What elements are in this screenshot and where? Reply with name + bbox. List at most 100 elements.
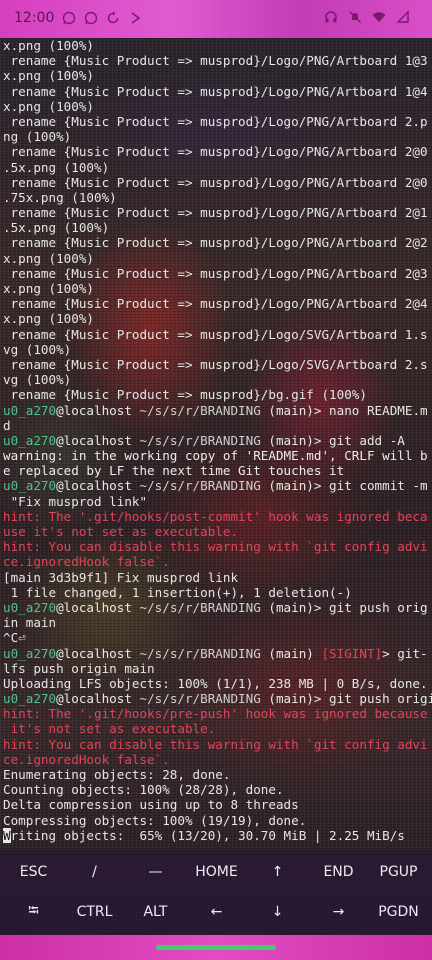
terminal-text: x.png (100%) (3, 38, 94, 53)
terminal-text: ~/s/s/r/BRANDING (139, 645, 269, 661)
terminal-text: rename {Music Product => musprod}/Logo/P… (3, 235, 428, 251)
terminal-text: (main) (268, 645, 322, 661)
terminal-line: Uploading LFS objects: 100% (1/1), 238 M… (0, 676, 432, 691)
terminal-text: .5x.png (100%) (3, 159, 110, 175)
terminal-text: d (3, 417, 11, 433)
play-icon (128, 11, 142, 25)
terminal-text: x.png (100%) (3, 98, 94, 114)
key-ctrl[interactable]: CTRL (64, 892, 125, 932)
terminal-text: hint: The '.git/hooks/pre-push' hook was… (3, 706, 428, 722)
terminal-text: vg (100%) (3, 341, 72, 357)
key-alt[interactable]: ALT (125, 892, 186, 932)
terminal-line: rename {Music Product => musprod}/Logo/S… (0, 327, 432, 342)
terminal-text: x.png (100%) (3, 281, 94, 296)
terminal-text: rename {Music Product => musprod}/Logo/P… (3, 83, 428, 99)
terminal-line: u0_a270@localhost ~/s/s/r/BRANDING (main… (0, 478, 432, 493)
key-home[interactable]: HOME (186, 852, 247, 892)
terminal-line: rename {Music Product => musprod}/Logo/P… (0, 84, 432, 99)
terminal-text: > git- (382, 645, 428, 661)
terminal-line: u0_a270@localhost ~/s/s/r/BRANDING (main… (0, 600, 432, 615)
terminal-text: @localhost (56, 402, 140, 418)
key-tab[interactable]: ⭾ (3, 892, 64, 932)
terminal-text: [SIGINT] (321, 645, 383, 661)
terminal-text: u0_a270 (3, 645, 57, 661)
terminal-line: hint: You can disable this warning with … (0, 737, 432, 752)
terminal-line: rename {Music Product => musprod}/Logo/P… (0, 205, 432, 220)
mute-icon (348, 10, 362, 24)
terminal-text: rename {Music Product => musprod}/bg.gif… (3, 387, 367, 403)
terminal-text: (main)> git add -A (268, 432, 405, 448)
home-gesture-handle[interactable] (156, 945, 276, 950)
key-up-arrow[interactable]: ↑ (247, 852, 308, 892)
terminal-text: @localhost (56, 599, 140, 615)
whatsapp-icon (84, 11, 98, 25)
terminal-line: u0_a270@localhost ~/s/s/r/BRANDING (main… (0, 433, 432, 448)
terminal-text: "Fix musprod link" (3, 493, 148, 509)
terminal-line: ce.ignoredHook false`. (0, 554, 432, 569)
terminal-text: hint: The '.git/hooks/post-commit' hook … (3, 508, 428, 524)
key-slash[interactable]: / (64, 852, 125, 892)
terminal-line: "Fix musprod link" (0, 494, 432, 509)
terminal-text: u0_a270 (3, 691, 57, 707)
terminal-line: hint: The '.git/hooks/pre-push' hook was… (0, 706, 432, 721)
terminal-text: (main)> git commit -m (268, 478, 428, 494)
wifi-icon (372, 10, 386, 24)
terminal-text: ~/s/s/r/BRANDING (139, 432, 269, 448)
terminal-text: rename {Music Product => musprod}/Logo/P… (3, 265, 428, 281)
terminal-line: .75x.png (100%) (0, 190, 432, 205)
headset-icon (324, 10, 338, 24)
terminal-text: u0_a270 (3, 402, 57, 418)
terminal-text: x.png (100%) (3, 68, 94, 84)
terminal-line: rename {Music Product => musprod}/Logo/P… (0, 296, 432, 311)
terminal-line: .5x.png (100%) (0, 220, 432, 235)
navigation-bar (0, 935, 432, 960)
terminal-text: x.png (100%) (3, 250, 94, 266)
terminal-text: 1 file changed, 1 insertion(+), 1 deleti… (3, 584, 352, 600)
terminal-line: ce.ignoredHook false`. (0, 752, 432, 767)
terminal-text: rename {Music Product => musprod}/Logo/P… (3, 296, 428, 312)
terminal-text: .75x.png (100%) (3, 189, 117, 205)
terminal-text: u0_a270 (3, 432, 57, 448)
key-left-arrow[interactable]: ← (186, 892, 247, 932)
terminal-line: x.png (100%) (0, 311, 432, 326)
terminal-text: ng (100%) (3, 129, 72, 145)
key-down-arrow[interactable]: ↓ (247, 892, 308, 932)
terminal-text: it's not set as executable. (3, 721, 216, 737)
key-esc[interactable]: ESC (3, 852, 64, 892)
status-time: 12:00 (14, 10, 55, 26)
terminal-line: e replaced by LF the next time Git touch… (0, 463, 432, 478)
terminal-line: x.png (100%) (0, 68, 432, 83)
terminal-line: Writing objects: 65% (13/20), 30.70 MiB … (0, 827, 432, 843)
key-pgdn[interactable]: PGDN (368, 892, 429, 932)
terminal-text: x.png (100%) (3, 311, 94, 327)
terminal-text: Uploading LFS objects: 100% (1/1), 238 M… (3, 675, 428, 691)
key-right-arrow[interactable]: → (308, 892, 369, 932)
terminal-line: warning: in the working copy of 'README.… (0, 448, 432, 463)
terminal-text: ~/s/s/r/BRANDING (139, 691, 269, 707)
terminal-text: @localhost (56, 645, 140, 661)
terminal-line: u0_a270@localhost ~/s/s/r/BRANDING (main… (0, 646, 432, 661)
terminal-text: @localhost (56, 691, 140, 707)
terminal-line: Compressing objects: 100% (19/19), done. (0, 813, 432, 828)
key-pgup[interactable]: PGUP (368, 852, 429, 892)
key-end[interactable]: END (308, 852, 369, 892)
key-dash[interactable]: — (125, 852, 186, 892)
terminal-text: ~/s/s/r/BRANDING (139, 599, 269, 615)
terminal-text: e replaced by LF the next time Git touch… (3, 463, 345, 479)
terminal-line: rename {Music Product => musprod}/Logo/P… (0, 114, 432, 129)
terminal-line: rename {Music Product => musprod}/Logo/P… (0, 235, 432, 250)
terminal-line: in main (0, 615, 432, 630)
terminal-text: u0_a270 (3, 599, 57, 615)
terminal-text: in main (3, 615, 57, 631)
terminal-text: rename {Music Product => musprod}/Logo/P… (3, 205, 428, 221)
terminal-line: x.png (100%) (0, 38, 432, 53)
terminal-text: Counting objects: 100% (28/28), done. (3, 782, 284, 798)
terminal-text: rename {Music Product => musprod}/Logo/P… (3, 53, 428, 69)
terminal-text: rename {Music Product => musprod}/Logo/P… (3, 174, 428, 190)
terminal-output[interactable]: x.png (100%) rename {Music Product => mu… (0, 38, 432, 850)
terminal-line: Delta compression using up to 8 threads (0, 797, 432, 812)
terminal-line: 1 file changed, 1 insertion(+), 1 deleti… (0, 585, 432, 600)
terminal-line: rename {Music Product => musprod}/Logo/P… (0, 144, 432, 159)
terminal-text: warning: in the working copy of 'README.… (3, 448, 428, 464)
signal-icon (396, 10, 410, 24)
